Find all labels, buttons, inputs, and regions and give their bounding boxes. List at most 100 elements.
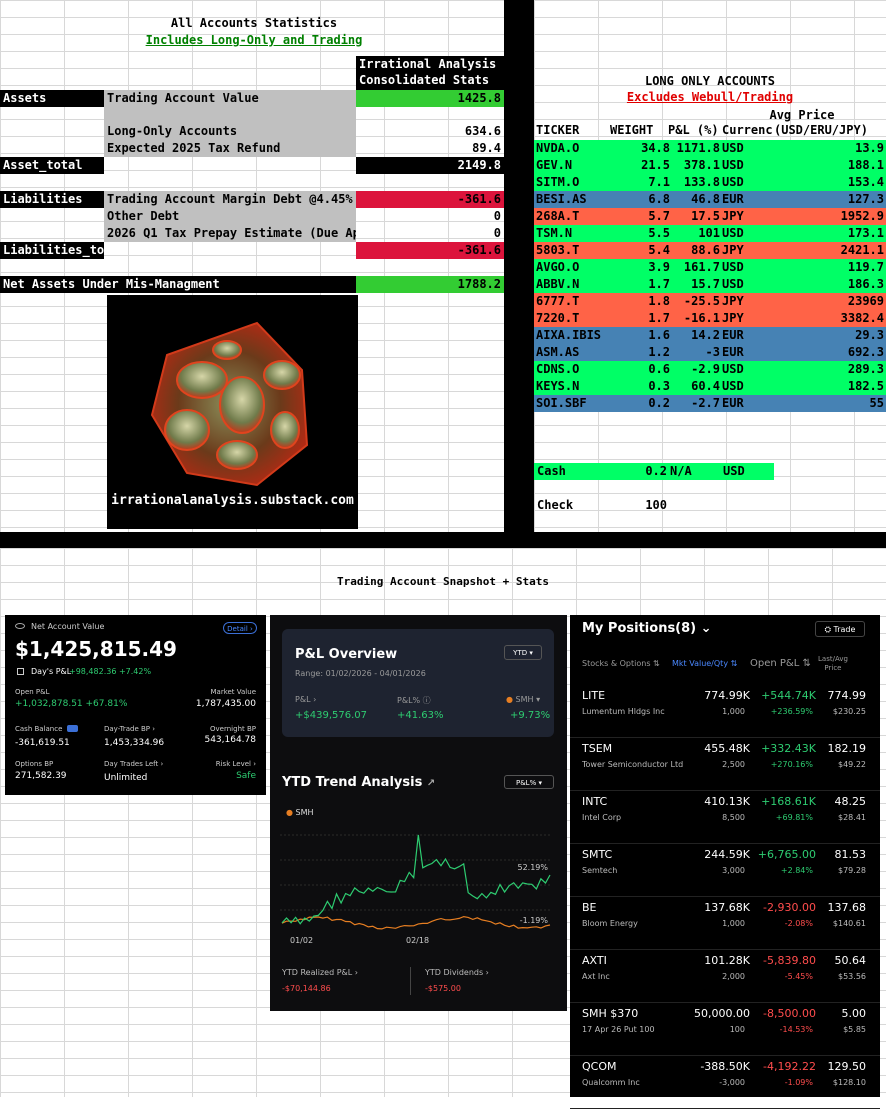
position-name: Tower Semiconductor Ltd <box>582 760 684 769</box>
plpct-label-text: P&L% <box>397 696 421 705</box>
position-quantity: 1,000 <box>722 707 745 716</box>
position-market-value: 244.59K <box>704 848 750 861</box>
holding-ticker: ABBV.N <box>536 277 580 291</box>
holding-avg-price: 2421.1 <box>840 243 884 257</box>
options-bp-value: 271,582.39 <box>15 771 67 781</box>
position-symbol: AXTI <box>582 954 607 967</box>
green-end-label: 52.19% <box>517 863 548 872</box>
position-name: Axt Inc <box>582 972 610 981</box>
cash-currency: USD <box>720 463 774 480</box>
margin-debt-value: -361.6 <box>356 191 504 208</box>
col-last-avg[interactable]: Last/Avg Price <box>818 655 848 673</box>
cash-weight: 0.2 <box>614 463 670 480</box>
holding-currency: JPY <box>722 243 744 257</box>
position-last-price: 48.25 <box>834 795 867 808</box>
smh-compare-select[interactable]: ● SMH ▾ <box>506 695 540 704</box>
holding-weight: 1.2 <box>648 345 670 359</box>
position-open-pl-pct: +270.16% <box>770 760 813 769</box>
account-card: Net Account Value Detail › $1,425,815.49… <box>5 615 266 795</box>
position-open-pl: +6,765.00 <box>757 848 816 861</box>
position-row[interactable]: AXTI Axt Inc 101.28K 2,000 -5,839.80 -5.45% 50… <box>570 950 880 1003</box>
position-avg-price: $128.10 <box>832 1078 866 1087</box>
position-quantity: 3,000 <box>722 866 745 875</box>
position-open-pl-pct: +69.81% <box>775 813 813 822</box>
position-row[interactable]: SMTC Semtech 244.59K 3,000 +6,765.00 +2.84% 81… <box>570 844 880 897</box>
position-market-value: 774.99K <box>704 689 750 702</box>
cash-pl: N/A <box>670 463 720 480</box>
position-name: Bloom Energy <box>582 919 638 928</box>
holding-pl: -2.7 <box>691 396 720 410</box>
period-select[interactable]: YTD ▾ <box>504 645 542 660</box>
position-row[interactable]: QCOM Qualcomm Inc -388.50K -3,000 -4,192.22 -… <box>570 1056 880 1109</box>
holding-pl: 17.5 <box>691 209 720 223</box>
day-trade-bp-label[interactable]: Day-Trade BP › <box>104 725 155 733</box>
position-row[interactable]: BE Bloom Energy 137.68K 1,000 -2,930.00 -2.08… <box>570 897 880 950</box>
holding-row: AIXA.IBIS 1.6 14.2 EUR 29.3 <box>534 327 886 344</box>
position-row[interactable]: SMH $370 17 Apr 26 Put 100 50,000.00 100 -8,… <box>570 1003 880 1056</box>
period-label: YTD <box>513 649 528 657</box>
holding-weight: 6.8 <box>648 192 670 206</box>
position-row[interactable]: LITE Lumentum Hldgs Inc 774.99K 1,000 +544.7… <box>570 685 880 738</box>
plpct-value: +41.63% <box>397 710 444 721</box>
position-avg-price: $28.41 <box>838 813 866 822</box>
col-stocks-options[interactable]: Stocks & Options ⇅ <box>582 659 660 668</box>
holding-currency: EUR <box>722 192 744 206</box>
share-icon[interactable]: ↗ <box>427 778 435 789</box>
dividends-value: -$575.00 <box>425 984 461 993</box>
holding-row: CDNS.O 0.6 -2.9 USD 289.3 <box>534 361 886 378</box>
trade-button[interactable]: ⛭ Trade <box>815 621 865 637</box>
eye-icon[interactable] <box>15 623 25 629</box>
pl-label-text: P&L <box>295 695 311 704</box>
cash-balance-info-icon[interactable] <box>67 725 78 732</box>
holding-avg-price: 29.3 <box>855 328 884 342</box>
holding-ticker: ASM.AS <box>536 345 580 359</box>
holding-currency: USD <box>722 277 744 291</box>
risk-level-label[interactable]: Risk Level › <box>216 760 256 768</box>
trend-select[interactable]: P&L% ▾ <box>504 775 554 789</box>
position-market-value: 410.13K <box>704 795 750 808</box>
holding-weight: 1.7 <box>648 311 670 325</box>
position-symbol: BE <box>582 901 597 914</box>
trend-chart: 52.19% -1.19% 01/02 02/18 <box>280 834 551 945</box>
trend-title: YTD Trend Analysis ↗ <box>282 775 435 790</box>
day-trades-left-label[interactable]: Day Trades Left › <box>104 760 163 768</box>
trend-select-label: P&L% <box>516 779 537 787</box>
consolidated-header: Irrational Analysis Consolidated Stats (… <box>356 56 504 103</box>
detail-button[interactable]: Detail › <box>223 622 257 634</box>
position-avg-price: $79.28 <box>838 866 866 875</box>
pnl-title: P&L Overview <box>295 647 398 662</box>
long-only-label: Long-Only Accounts <box>104 123 356 140</box>
holding-row: GEV.N 21.5 378.1 USD 188.1 <box>534 157 886 174</box>
positions-title-text: My Positions(8) <box>582 621 697 636</box>
cash-balance-value: -361,619.51 <box>15 738 70 748</box>
stats-title: All Accounts Statistics <box>170 16 338 30</box>
holding-avg-price: 692.3 <box>847 345 884 359</box>
liabilities-total-label: Liabilities_total <box>0 242 104 259</box>
realized-label[interactable]: YTD Realized P&L › <box>282 968 358 977</box>
holding-currency: USD <box>722 260 744 274</box>
open-pl-label: Open P&L <box>15 688 50 696</box>
long-only-title: LONG ONLY ACCOUNTS <box>644 74 776 88</box>
position-row[interactable]: TSEM Tower Semiconductor Ltd 455.48K 2,500 +… <box>570 738 880 791</box>
holding-pl: 133.8 <box>683 175 720 189</box>
grey-spacer <box>104 107 356 123</box>
holding-pl: 378.1 <box>683 158 720 172</box>
dividends-label[interactable]: YTD Dividends › <box>425 968 489 977</box>
position-name: Intel Corp <box>582 813 622 822</box>
position-row[interactable]: INTC Intel Corp 410.13K 8,500 +168.61K +69.81… <box>570 791 880 844</box>
holding-row: 268A.T 5.7 17.5 JPY 1952.9 <box>534 208 886 225</box>
smh-dot-icon: ● <box>506 695 513 704</box>
days-pl-label: Day's P&L <box>31 667 72 676</box>
holding-currency: USD <box>722 362 744 376</box>
col-mkt-value[interactable]: Mkt Value/Qty ⇅ <box>672 659 737 668</box>
header-avg-units: (USD/ERU/JPY) <box>774 123 868 137</box>
position-avg-price: $53.56 <box>838 972 866 981</box>
position-quantity: 8,500 <box>722 813 745 822</box>
holding-avg-price: 153.4 <box>847 175 884 189</box>
col-open-pl[interactable]: Open P&L ⇅ <box>750 658 811 669</box>
position-quantity: 100 <box>729 1025 745 1034</box>
dividends-label-text: YTD Dividends <box>425 968 484 977</box>
positions-title[interactable]: My Positions(8) ⌄ <box>582 621 712 636</box>
holding-avg-price: 119.7 <box>847 260 884 274</box>
trading-account-label: Trading Account Value <box>104 90 356 107</box>
